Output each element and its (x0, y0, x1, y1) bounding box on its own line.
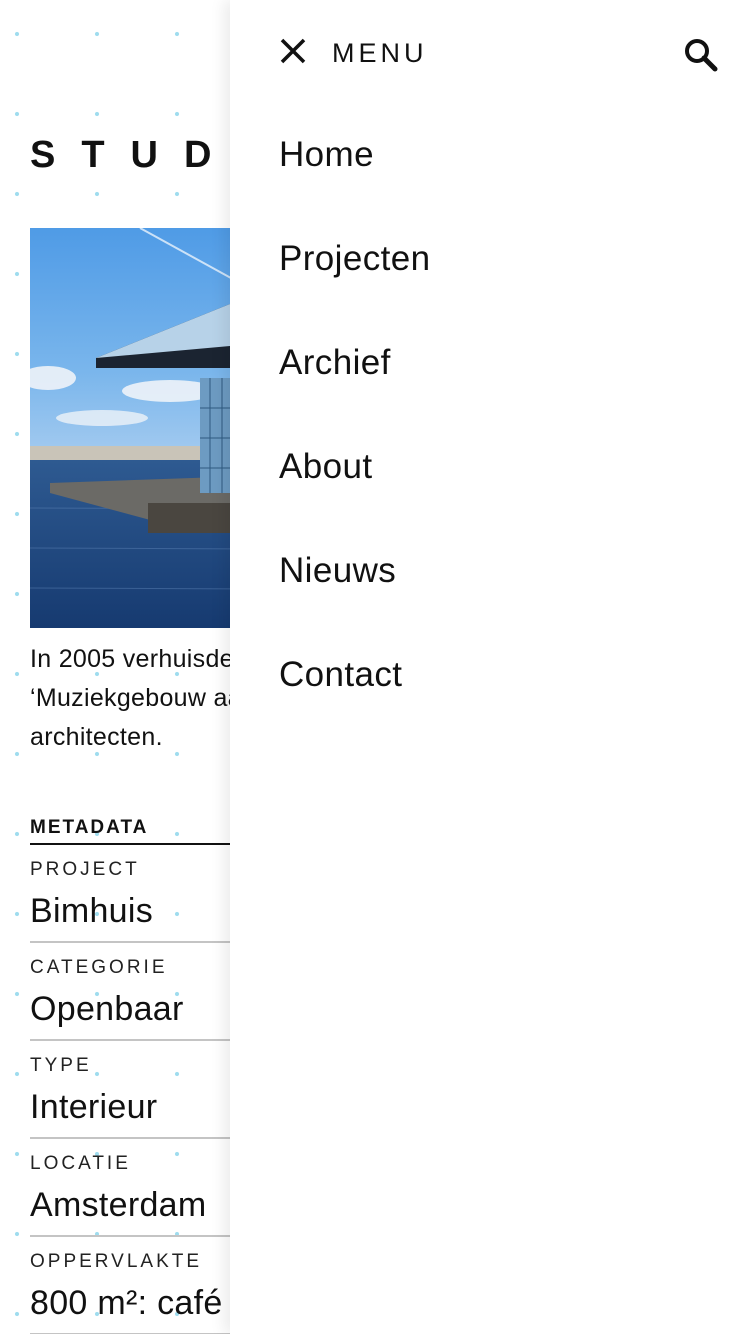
metadata-value: Openbaar (30, 990, 184, 1028)
menu-drawer: MENU Home Projecten Archief About Nieuws… (230, 0, 750, 1334)
metadata-label: CATEGORIE (30, 957, 168, 978)
nav-item-home[interactable]: Home (279, 128, 430, 232)
metadata-value: Bimhuis (30, 892, 154, 930)
nav-item-about[interactable]: About (279, 440, 430, 544)
metadata-label: TYPE (30, 1055, 92, 1076)
metadata-heading: METADATA (30, 817, 149, 838)
nav-item-projecten[interactable]: Projecten (279, 232, 430, 336)
metadata-value: Amsterdam (30, 1186, 207, 1224)
close-icon[interactable] (276, 34, 310, 68)
nav-item-archief[interactable]: Archief (279, 336, 430, 440)
menu-label[interactable]: MENU (332, 38, 428, 69)
metadata-value: 800 m²: café (30, 1284, 223, 1322)
metadata-label: LOCATIE (30, 1153, 131, 1174)
nav-item-nieuws[interactable]: Nieuws (279, 544, 430, 648)
main-nav: Home Projecten Archief About Nieuws Cont… (279, 128, 430, 752)
metadata-label: OPPERVLAKTE (30, 1251, 203, 1272)
search-icon[interactable] (682, 36, 720, 74)
metadata-value: Interieur (30, 1088, 158, 1126)
nav-item-contact[interactable]: Contact (279, 648, 430, 752)
metadata-label: PROJECT (30, 859, 140, 880)
